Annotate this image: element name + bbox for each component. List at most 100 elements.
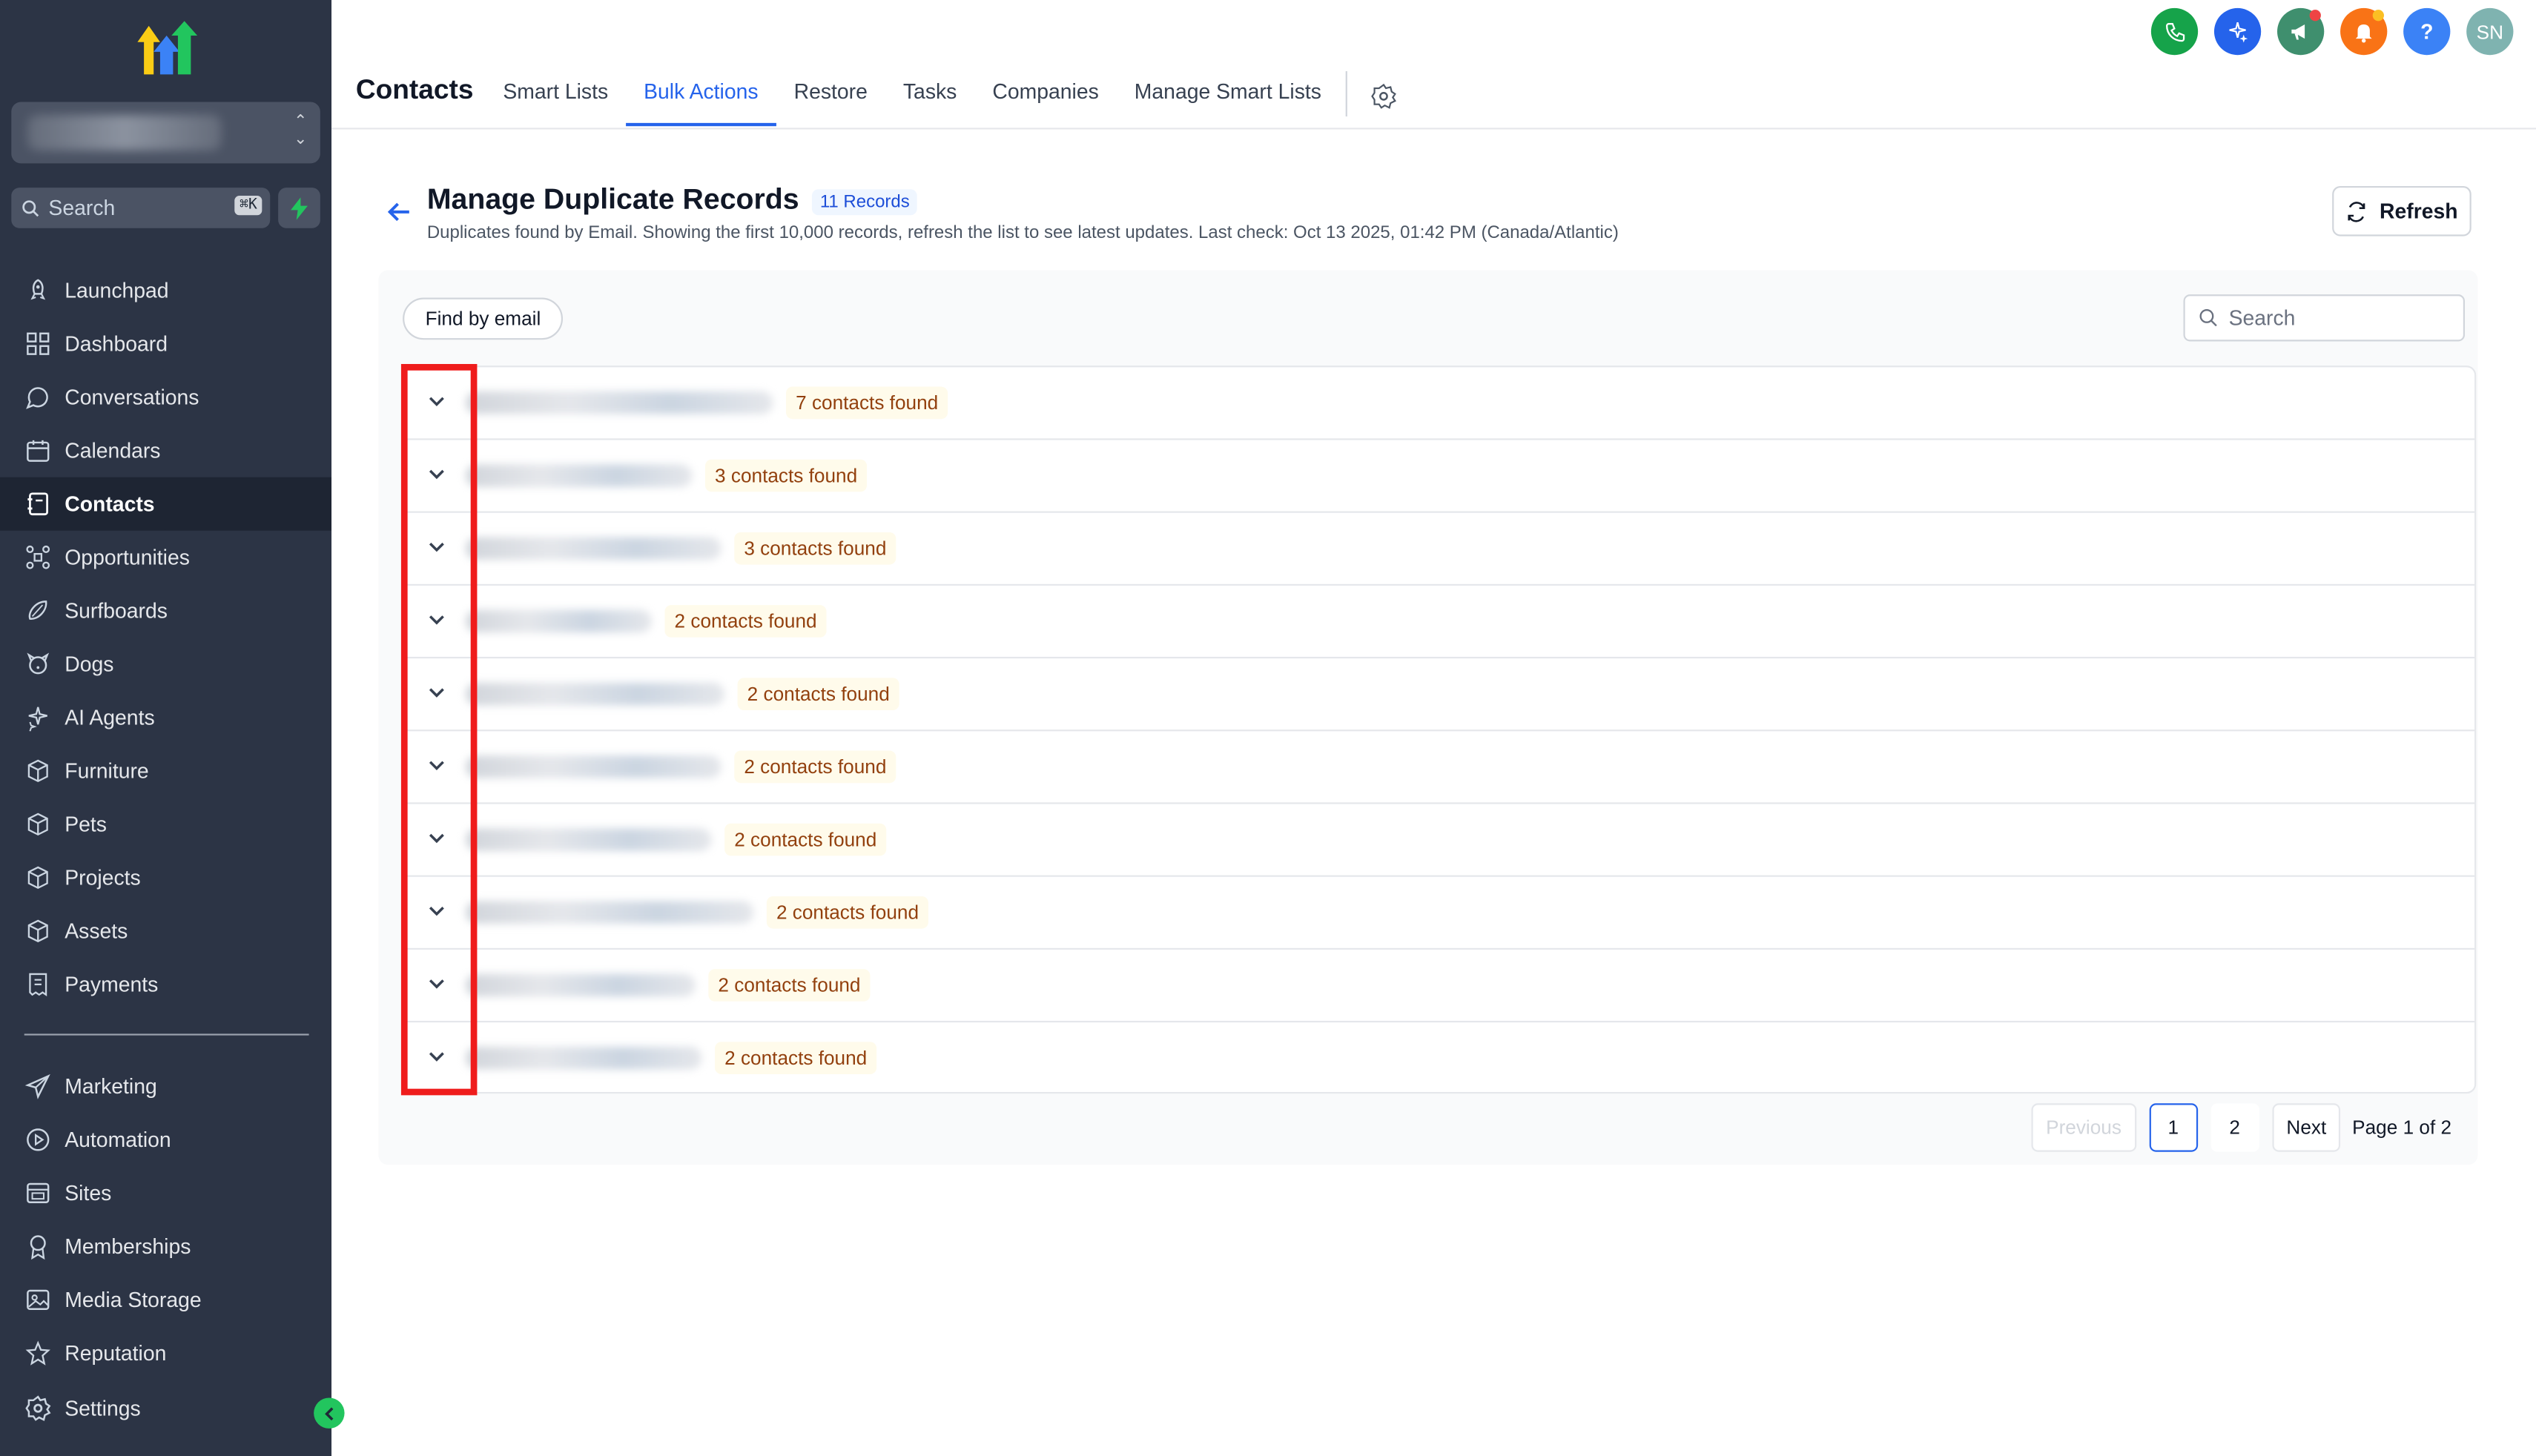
previous-page-button[interactable]: Previous <box>2031 1103 2136 1152</box>
page-2-button[interactable]: 2 <box>2210 1103 2259 1152</box>
sidebar-item-label: AI Agents <box>65 705 155 730</box>
dog-icon <box>27 652 50 675</box>
sidebar-item-calendars[interactable]: Calendars <box>0 424 331 477</box>
duplicates-list: 7 contacts found 3 contacts found 3 contac… <box>403 365 2477 1095</box>
chevron-down-icon[interactable] <box>426 535 449 558</box>
tab-settings-button[interactable] <box>1360 64 1408 126</box>
sidebar-item-payments[interactable]: Payments <box>0 958 331 1011</box>
refresh-button[interactable]: Refresh <box>2332 185 2471 236</box>
phone-button[interactable] <box>2150 7 2199 56</box>
contacts-count-badge: 2 contacts found <box>664 605 827 638</box>
sidebar-item-automation[interactable]: Automation <box>0 1113 331 1166</box>
sidebar-item-furniture[interactable]: Furniture <box>0 744 331 798</box>
duplicate-row[interactable]: 3 contacts found <box>404 513 2475 586</box>
email-blurred <box>466 973 696 997</box>
tab-separator <box>1345 71 1347 117</box>
contacts-count-badge: 2 contacts found <box>766 896 929 929</box>
search-input[interactable] <box>2228 305 2455 331</box>
chevron-down-icon[interactable] <box>426 973 449 996</box>
sidebar-item-dashboard[interactable]: Dashboard <box>0 317 331 371</box>
contacts-count-badge: 2 contacts found <box>737 678 899 710</box>
contacts-count-badge: 7 contacts found <box>786 386 948 420</box>
duplicate-row[interactable]: 2 contacts found <box>404 877 2475 950</box>
page-subtitle: Duplicates found by Email. Showing the f… <box>426 223 1619 243</box>
chevron-down-icon[interactable] <box>426 899 449 922</box>
duplicate-row[interactable]: 2 contacts found <box>404 804 2475 877</box>
sidebar-item-label: Pets <box>65 812 107 837</box>
account-switcher[interactable]: ⌃ ⌄ <box>11 102 320 164</box>
sidebar-item-reputation[interactable]: Reputation <box>0 1326 331 1380</box>
chevron-down-icon[interactable] <box>426 463 449 486</box>
chevron-down-icon[interactable] <box>426 827 449 850</box>
records-search[interactable] <box>2183 294 2466 342</box>
page-1-button[interactable]: 1 <box>2149 1103 2198 1152</box>
sidebar-item-conversations[interactable]: Conversations <box>0 371 331 424</box>
notifications-button[interactable] <box>2340 7 2388 56</box>
duplicate-row[interactable]: 2 contacts found <box>404 586 2475 659</box>
sidebar-item-label: Dogs <box>65 652 114 677</box>
chevron-down-icon[interactable] <box>426 681 449 704</box>
sidebar-item-label: Assets <box>65 919 128 944</box>
sidebar-item-label: Automation <box>65 1128 171 1152</box>
sidebar-item-opportunities[interactable]: Opportunities <box>0 531 331 584</box>
award-icon <box>30 1235 46 1260</box>
tab-restore[interactable]: Restore <box>776 64 885 126</box>
sidebar-item-media-storage[interactable]: Media Storage <box>0 1273 331 1326</box>
page-info: Page 1 of 2 <box>2352 1116 2452 1139</box>
duplicate-row[interactable]: 7 contacts found <box>404 367 2475 440</box>
sidebar-item-assets[interactable]: Assets <box>0 904 331 958</box>
sidebar-item-contacts[interactable]: Contacts <box>0 477 332 531</box>
email-blurred <box>466 682 725 706</box>
email-blurred <box>466 391 773 414</box>
chevron-down-icon[interactable] <box>426 390 449 413</box>
chevron-down-icon[interactable] <box>426 609 449 632</box>
user-avatar[interactable]: SN <box>2466 7 2514 56</box>
duplicates-panel: Find by email 7 contacts found 3 contacts… <box>378 270 2478 1165</box>
collapse-sidebar-button[interactable] <box>314 1397 345 1429</box>
email-blurred <box>466 828 712 851</box>
sidebar-item-settings[interactable]: Settings <box>0 1382 331 1435</box>
tab-companies[interactable]: Companies <box>974 64 1116 126</box>
announcements-button[interactable] <box>2277 7 2325 56</box>
email-blurred <box>466 464 693 487</box>
duplicate-row[interactable]: 3 contacts found <box>404 440 2475 513</box>
duplicate-row[interactable]: 2 contacts found <box>404 1022 2474 1095</box>
refresh-label: Refresh <box>2380 199 2458 224</box>
email-blurred <box>466 755 721 778</box>
next-page-button[interactable]: Next <box>2271 1103 2341 1152</box>
sidebar-item-label: Conversations <box>65 385 199 410</box>
sidebar-item-label: Furniture <box>65 758 149 784</box>
chevron-down-icon[interactable] <box>426 1045 449 1068</box>
sidebar-item-projects[interactable]: Projects <box>0 851 331 904</box>
search-icon <box>2199 308 2217 327</box>
app-root: ⌃ ⌄ Search ⌘K Launchpad Dashboard Conversat… <box>0 0 2536 1456</box>
duplicate-row[interactable]: 2 contacts found <box>404 658 2475 732</box>
sidebar-item-marketing[interactable]: Marketing <box>0 1059 331 1113</box>
help-button[interactable]: ? <box>2403 7 2451 56</box>
sidebar-search[interactable]: Search ⌘K <box>11 188 271 228</box>
find-by-email-button[interactable]: Find by email <box>403 297 564 340</box>
back-arrow-icon[interactable] <box>385 197 414 226</box>
sidebar-item-surfboards[interactable]: Surfboards <box>0 584 331 638</box>
duplicate-row[interactable]: 2 contacts found <box>404 950 2475 1023</box>
tab-manage-smart-lists[interactable]: Manage Smart Lists <box>1117 64 1339 126</box>
sidebar-item-memberships[interactable]: Memberships <box>0 1220 331 1273</box>
sidebar-item-label: Marketing <box>65 1073 157 1099</box>
tab-bulk-actions[interactable]: Bulk Actions <box>626 64 776 127</box>
email-blurred <box>466 537 721 560</box>
tab-tasks[interactable]: Tasks <box>885 64 974 126</box>
tab-smart-lists[interactable]: Smart Lists <box>485 64 626 126</box>
sidebar-item-dogs[interactable]: Dogs <box>0 638 331 691</box>
quick-actions-button[interactable] <box>278 188 320 228</box>
sidebar-item-ai-agents[interactable]: AI Agents <box>0 691 331 744</box>
ai-assistant-button[interactable] <box>2213 7 2262 56</box>
sidebar-item-sites[interactable]: Sites <box>0 1166 331 1220</box>
receipt-icon <box>29 973 47 996</box>
duplicate-row[interactable]: 2 contacts found <box>404 731 2475 804</box>
sidebar-item-pets[interactable]: Pets <box>0 798 331 851</box>
star-icon <box>25 1340 50 1366</box>
chevron-down-icon[interactable] <box>426 754 449 777</box>
sidebar-item-launchpad[interactable]: Launchpad <box>0 264 331 317</box>
email-blurred <box>466 901 754 924</box>
notification-dot <box>2372 10 2384 21</box>
